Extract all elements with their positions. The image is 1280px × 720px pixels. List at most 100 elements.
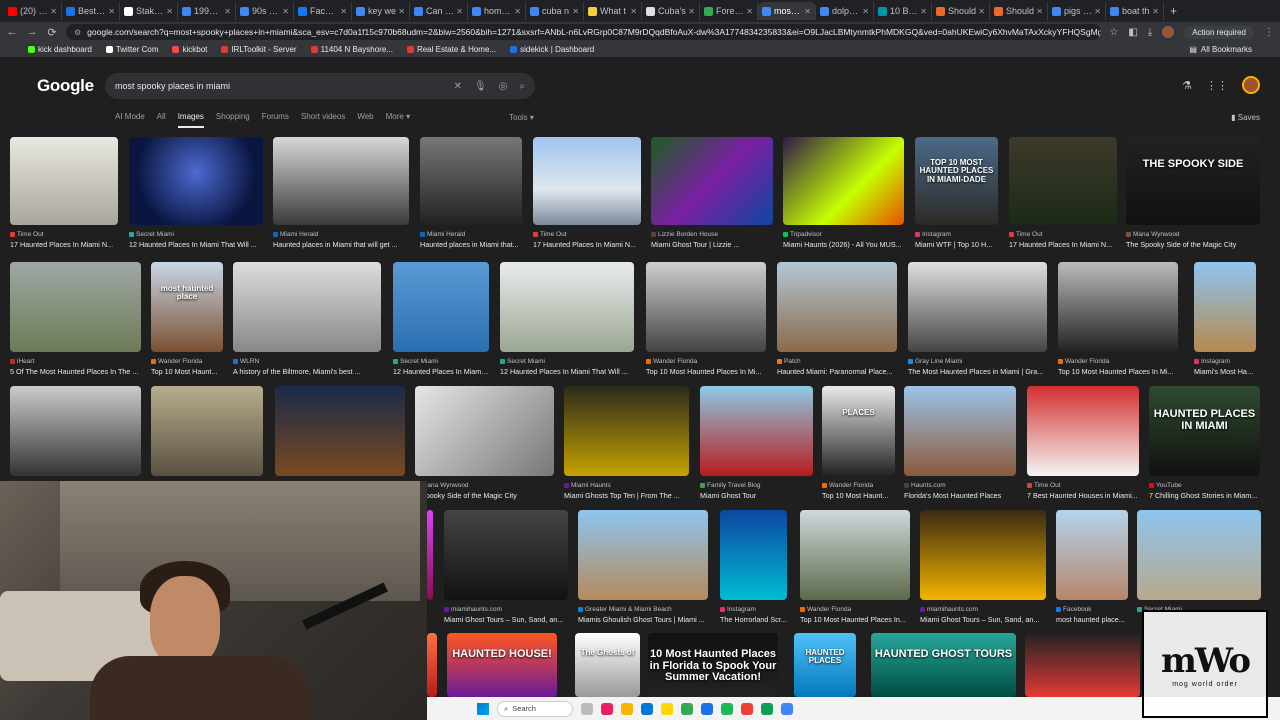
result-source[interactable]: Instagram xyxy=(1194,358,1256,365)
result-source[interactable]: Haunts.com xyxy=(904,482,1016,489)
result-source[interactable]: Wander Florida xyxy=(151,358,223,365)
result-thumbnail[interactable] xyxy=(1027,386,1139,476)
image-result[interactable]: Secret Miami 12 Haunted Places In Miami T… xyxy=(129,137,263,251)
tab-close-icon[interactable]: ✕ xyxy=(1036,7,1043,16)
start-icon[interactable] xyxy=(477,702,489,715)
tab-close-icon[interactable]: ✕ xyxy=(1152,7,1159,16)
browser-tab[interactable]: Foreign ✕ xyxy=(700,2,758,20)
image-result[interactable]: most haunted place Wander Florida Top 10 M… xyxy=(151,262,223,378)
result-thumbnail[interactable] xyxy=(1056,510,1128,600)
store-icon[interactable] xyxy=(661,702,673,715)
image-result[interactable]: Instagram The Horrorland Scr... xyxy=(720,510,787,626)
profile-avatar[interactable] xyxy=(1162,26,1175,38)
tab-shopping[interactable]: Shopping xyxy=(216,112,250,128)
result-source[interactable]: Facebook xyxy=(1056,606,1128,613)
tab-close-icon[interactable]: ✕ xyxy=(572,7,579,16)
image-result[interactable]: Instagram Miami's Most Haun... xyxy=(1194,262,1256,378)
bookmark-item[interactable]: sidekick | Dashboard xyxy=(510,45,594,54)
result-title[interactable]: Miami Ghosts Top Ten | From The ... xyxy=(564,491,689,500)
result-title[interactable]: 7 Chilling Ghost Stories in Miam... xyxy=(1149,491,1260,500)
image-result[interactable]: THE SPOOKY SIDE Mana Wynwood The Spooky Si… xyxy=(1126,137,1260,251)
result-thumbnail[interactable]: The Ghosts of xyxy=(575,633,640,697)
google-logo[interactable]: Google xyxy=(37,76,94,96)
tab-forums[interactable]: Forums xyxy=(262,112,289,128)
result-thumbnail[interactable]: 10 Most Haunted Places in Florida to Spo… xyxy=(648,633,778,697)
result-source[interactable]: Time Out xyxy=(1009,231,1117,238)
bookmark-item[interactable]: 11404 N Bayshore... xyxy=(310,45,393,54)
image-result[interactable]: Lizzie Borden House Miami Ghost Tour | Li… xyxy=(651,137,773,251)
image-result[interactable]: Time Out 17 Haunted Places In Miami N... xyxy=(10,137,118,251)
browser-tab[interactable]: 90s sta ✕ xyxy=(236,2,294,20)
result-title[interactable]: 17 Haunted Places In Miami N... xyxy=(10,240,118,249)
result-title[interactable]: Miami Ghost Tour | Lizzie ... xyxy=(651,240,773,249)
result-title[interactable]: The Horrorland Scr... xyxy=(720,615,787,624)
extension-icon[interactable]: ◧ xyxy=(1128,27,1137,38)
file-explorer-icon[interactable] xyxy=(621,702,633,715)
result-title[interactable]: Miami WTF | Top 10 H... xyxy=(915,240,998,249)
result-thumbnail[interactable] xyxy=(783,137,904,225)
result-thumbnail[interactable] xyxy=(700,386,813,476)
bookmark-item[interactable]: Twitter Com xyxy=(105,45,158,54)
browser-tab[interactable]: key we ✕ xyxy=(352,2,410,20)
image-result[interactable]: Facebook most haunted place... xyxy=(1056,510,1128,626)
image-result[interactable]: Miami Herald Haunted places in Miami that… xyxy=(273,137,409,251)
result-thumbnail[interactable] xyxy=(415,386,554,476)
result-thumbnail[interactable] xyxy=(427,633,437,697)
result-source[interactable]: Tripadvisor xyxy=(783,231,904,238)
result-thumbnail[interactable]: PLACES xyxy=(822,386,895,476)
result-thumbnail[interactable] xyxy=(720,510,787,600)
image-result[interactable]: Greater Miami & Miami Beach Miamis Ghouli… xyxy=(578,510,708,626)
back-icon[interactable]: ← xyxy=(6,26,18,38)
result-source[interactable]: Mana Wynwood xyxy=(415,482,554,489)
result-title[interactable]: Top 10 Most Haunted Places In Mi... xyxy=(1058,367,1178,376)
new-tab-icon[interactable]: + xyxy=(1170,4,1177,18)
tab-close-icon[interactable]: ✕ xyxy=(398,7,405,16)
tab-close-icon[interactable]: ✕ xyxy=(804,7,811,16)
result-thumbnail[interactable] xyxy=(444,510,568,600)
result-thumbnail[interactable] xyxy=(646,262,766,352)
tab-ai-mode[interactable]: AI Mode xyxy=(115,112,145,128)
browser-tab[interactable]: Facebo ✕ xyxy=(294,2,352,20)
browser-tab[interactable]: (20) Ho ✕ xyxy=(4,2,62,20)
result-title[interactable]: Top 10 Most Haunted Places In Mi... xyxy=(646,367,766,376)
result-thumbnail[interactable] xyxy=(533,137,641,225)
result-title[interactable]: Miami's Most Haun... xyxy=(1194,367,1256,376)
result-source[interactable]: Time Out xyxy=(533,231,641,238)
url-field[interactable]: ⚙ google.com/search?q=most+spooky+places… xyxy=(66,24,1102,40)
image-result[interactable]: Time Out 17 Haunted Places In Miami N... xyxy=(533,137,641,251)
result-source[interactable]: Secret Miami xyxy=(129,231,263,238)
result-title[interactable]: 12 Haunted Places In Miami That Will ... xyxy=(500,367,634,376)
image-result[interactable]: Wander Florida Top 10 Most Haunted Places… xyxy=(800,510,910,626)
bookmark-item[interactable]: kick dashboard xyxy=(28,45,92,54)
image-result[interactable]: HAUNTED PLACES IN MIAMI YouTube 7 Chilling… xyxy=(1149,386,1260,502)
labs-icon[interactable]: ⚗ xyxy=(1182,79,1192,92)
result-source[interactable]: miamihaunts.com xyxy=(444,606,568,613)
result-thumbnail[interactable]: TOP 10 MOST HAUNTED PLACES IN MIAMI-DADE xyxy=(915,137,998,225)
reload-icon[interactable]: ⟳ xyxy=(46,26,58,39)
image-result[interactable]: Wander Florida Top 10 Most Haunted Places… xyxy=(646,262,766,378)
tab-close-icon[interactable]: ✕ xyxy=(108,7,115,16)
edge-icon[interactable] xyxy=(641,702,653,715)
spotify-icon[interactable] xyxy=(721,702,733,715)
saves-button[interactable]: ▮ Saves xyxy=(1231,113,1260,122)
search-icon[interactable]: ⌕ xyxy=(519,81,525,92)
result-title[interactable]: The Spooky Side of the Magic City xyxy=(1126,240,1260,249)
browser-tab[interactable]: Can u S✕ xyxy=(410,2,468,20)
result-title[interactable]: Florida's Most Haunted Places xyxy=(904,491,1016,500)
result-thumbnail[interactable]: HAUNTED PLACES IN MIAMI xyxy=(1149,386,1260,476)
menu-icon[interactable]: ⋮ xyxy=(1264,27,1274,38)
result-thumbnail[interactable]: most haunted place xyxy=(151,262,223,352)
result-source[interactable]: YouTube xyxy=(1149,482,1260,489)
result-source[interactable]: miamihaunts.com xyxy=(920,606,1046,613)
browser-tab[interactable]: dolphin ✕ xyxy=(816,2,874,20)
result-title[interactable]: A history of the Biltmore, Miami's best … xyxy=(233,367,381,376)
result-source[interactable]: Miami Haunts xyxy=(564,482,689,489)
result-thumbnail[interactable] xyxy=(10,386,141,476)
clear-icon[interactable]: ✕ xyxy=(454,81,462,92)
lens-icon[interactable]: ◎ xyxy=(499,81,508,92)
result-thumbnail[interactable] xyxy=(275,386,405,476)
result-thumbnail[interactable] xyxy=(564,386,689,476)
result-thumbnail[interactable] xyxy=(10,137,118,225)
docs-icon[interactable] xyxy=(781,702,793,715)
taskbar-search[interactable]: ⌕ Search xyxy=(497,700,573,717)
